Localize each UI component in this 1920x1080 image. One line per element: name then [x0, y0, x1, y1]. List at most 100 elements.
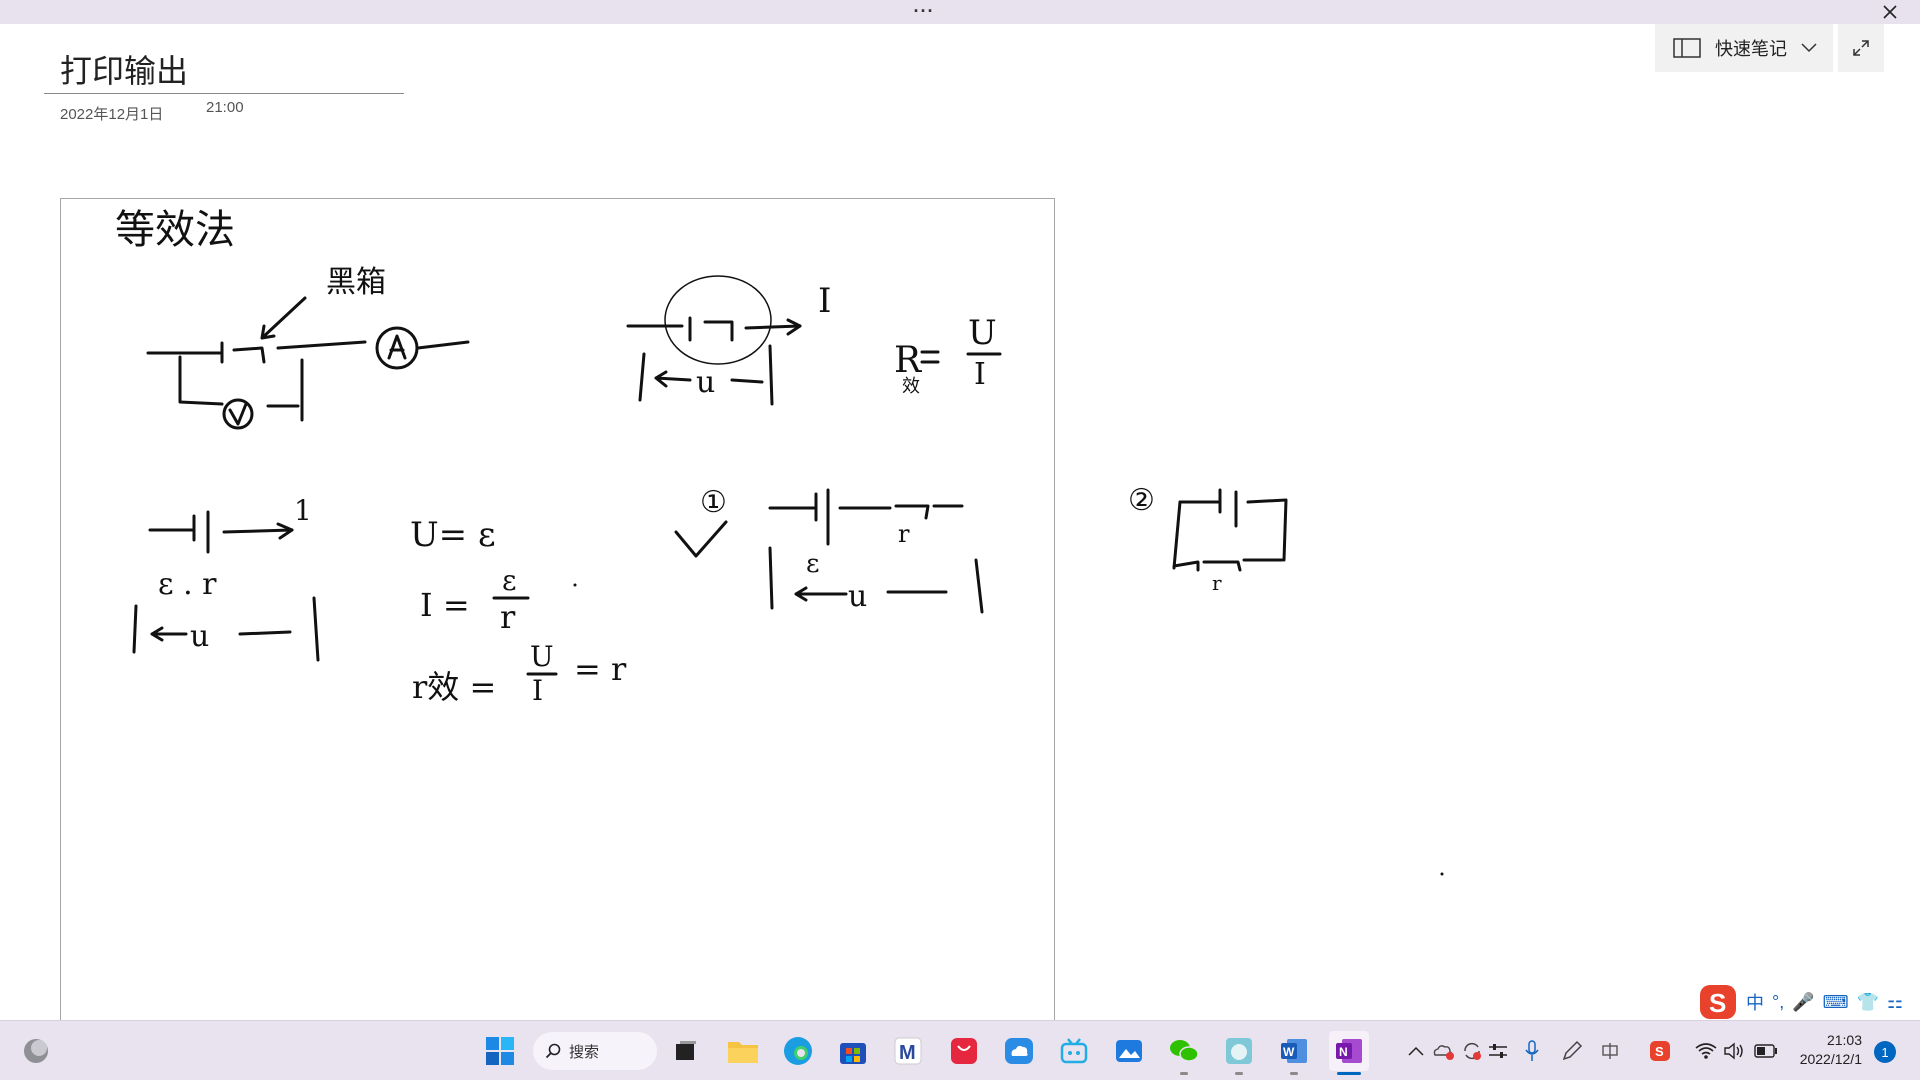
svg-text:②: ②: [1128, 483, 1155, 518]
ink-circuit-battery: 1 ε . r u: [132, 494, 320, 662]
ime-keyboard-icon[interactable]: ⌨: [1823, 992, 1849, 1013]
tray-pen[interactable]: [1552, 1031, 1592, 1071]
ink-dot: [1440, 872, 1444, 876]
ime-toolbar[interactable]: S 中 °, 🎤 ⌨ 👕 ⚏: [1698, 982, 1920, 1022]
weather-icon: [24, 1039, 48, 1063]
svg-text:R: R: [894, 340, 922, 381]
ink-current-label: I: [818, 281, 831, 321]
svg-text:M: M: [899, 1042, 916, 1064]
ime-chinese-mode[interactable]: 中: [1746, 989, 1764, 1015]
folder-icon: [728, 1042, 758, 1063]
svg-text:1: 1: [294, 494, 312, 527]
onenote-icon: N: [1336, 1039, 1362, 1063]
taskbar-word[interactable]: W: [1274, 1031, 1314, 1075]
ink-e-r-label: ε . r: [158, 567, 217, 602]
svg-text:r效 =: r效 =: [412, 668, 496, 706]
running-indicator: [1337, 1072, 1361, 1075]
ink-dot: [573, 583, 577, 587]
sogou-logo-icon[interactable]: S: [1698, 983, 1738, 1021]
svg-text:S: S: [1655, 1044, 1664, 1059]
tray-input-method[interactable]: [1590, 1031, 1630, 1071]
taskbar-huawei-appgallery[interactable]: [944, 1031, 984, 1071]
sogou-tray-icon: S: [1650, 1041, 1670, 1061]
ink-equations: U= ε I = ε r r效 = U I = r: [410, 515, 627, 707]
svg-text:r: r: [500, 598, 516, 636]
ink-circuit-1: ① r ε u: [674, 485, 984, 614]
bilibili-icon: [1060, 1038, 1088, 1064]
taskbar-wechat[interactable]: [1164, 1031, 1204, 1075]
ink-layer[interactable]: 等效法 黑箱 u I R 效 U I 1 ε . r u U= ε I = ε …: [0, 0, 1920, 1020]
taskbar-live-app[interactable]: [1219, 1031, 1259, 1075]
taskbar-search[interactable]: 搜索: [533, 1032, 657, 1070]
ime-skin-icon[interactable]: 👕: [1857, 992, 1879, 1013]
tray-microphone[interactable]: [1512, 1031, 1552, 1071]
svg-text:r: r: [898, 520, 910, 548]
taskbar: 搜索 M W N S 21:03 2022/12/1 1: [0, 1020, 1920, 1080]
tray-sogou[interactable]: S: [1640, 1031, 1680, 1071]
svg-text:①: ①: [700, 485, 727, 520]
svg-text:N: N: [1339, 1045, 1348, 1059]
widgets-button[interactable]: [16, 1031, 56, 1071]
svg-text:u: u: [190, 619, 209, 654]
start-button[interactable]: [480, 1031, 520, 1071]
battery-icon: [1754, 1044, 1777, 1058]
ime-punctuation[interactable]: °,: [1772, 992, 1784, 1013]
svg-text:U= ε: U= ε: [410, 515, 496, 555]
input-method-icon: [1602, 1043, 1618, 1059]
task-view-icon: [676, 1041, 696, 1060]
m-app-icon: M: [894, 1037, 922, 1065]
taskbar-clock[interactable]: 21:03 2022/12/1: [1792, 1031, 1862, 1069]
taskbar-store[interactable]: [833, 1031, 873, 1071]
svg-text:u: u: [848, 579, 867, 614]
taskbar-bilibili[interactable]: [1054, 1031, 1094, 1071]
ink-u-label: u: [696, 365, 715, 400]
taskbar-photos[interactable]: [1109, 1031, 1149, 1071]
ink-circuit-circled: u I: [626, 275, 831, 406]
notification-badge[interactable]: 1: [1874, 1041, 1896, 1063]
svg-text:效: 效: [902, 376, 920, 397]
svg-text:r: r: [1212, 571, 1222, 595]
ink-circuit-2: ② r: [1128, 483, 1288, 595]
taskbar-onenote[interactable]: N: [1329, 1031, 1369, 1075]
appgallery-icon: [951, 1038, 977, 1064]
store-icon: [840, 1043, 866, 1064]
running-indicator: [1180, 1072, 1188, 1075]
svg-text:W: W: [1283, 1045, 1295, 1059]
svg-text:ε: ε: [806, 549, 819, 579]
tray-battery[interactable]: [1746, 1031, 1786, 1071]
search-icon: [545, 1043, 561, 1059]
chevron-up-icon: [1408, 1046, 1424, 1056]
live-app-icon: [1226, 1038, 1252, 1064]
taskbar-edge[interactable]: [778, 1031, 818, 1071]
svg-text:I =: I =: [420, 586, 470, 624]
edge-browser-icon: [784, 1037, 812, 1065]
taskbar-mail-app[interactable]: M: [888, 1031, 928, 1071]
taskbar-cloud[interactable]: [999, 1031, 1039, 1071]
svg-text:I: I: [974, 357, 986, 392]
svg-text:S: S: [1709, 988, 1726, 1018]
svg-text:I: I: [532, 674, 543, 707]
ime-voice-icon[interactable]: 🎤: [1792, 992, 1814, 1013]
microphone-icon: [1525, 1040, 1539, 1061]
taskbar-file-explorer[interactable]: [723, 1031, 763, 1071]
svg-text:U: U: [530, 640, 554, 673]
running-indicator: [1235, 1072, 1243, 1075]
ink-heading: 等效法: [115, 207, 235, 253]
task-view-button[interactable]: [666, 1031, 706, 1071]
ink-circuit-blackbox: 黑箱: [146, 265, 470, 430]
pen-icon: [1562, 1040, 1583, 1061]
ime-toolbox-icon[interactable]: ⚏: [1887, 992, 1903, 1013]
ink-formula-r-equiv: R 效 U I: [894, 313, 1002, 397]
svg-text:U: U: [968, 313, 997, 353]
photos-icon: [1116, 1040, 1142, 1062]
word-icon: W: [1281, 1039, 1307, 1063]
wechat-icon: [1170, 1040, 1199, 1062]
svg-text:ε: ε: [502, 564, 517, 597]
svg-text:= r: = r: [574, 650, 627, 688]
clock-date: 2022/12/1: [1799, 1051, 1862, 1067]
windows-start-icon: [486, 1037, 514, 1065]
running-indicator: [1290, 1072, 1298, 1075]
cloud-icon: [1005, 1038, 1033, 1064]
clock-time: 21:03: [1826, 1032, 1862, 1048]
search-label: 搜索: [569, 1043, 600, 1061]
